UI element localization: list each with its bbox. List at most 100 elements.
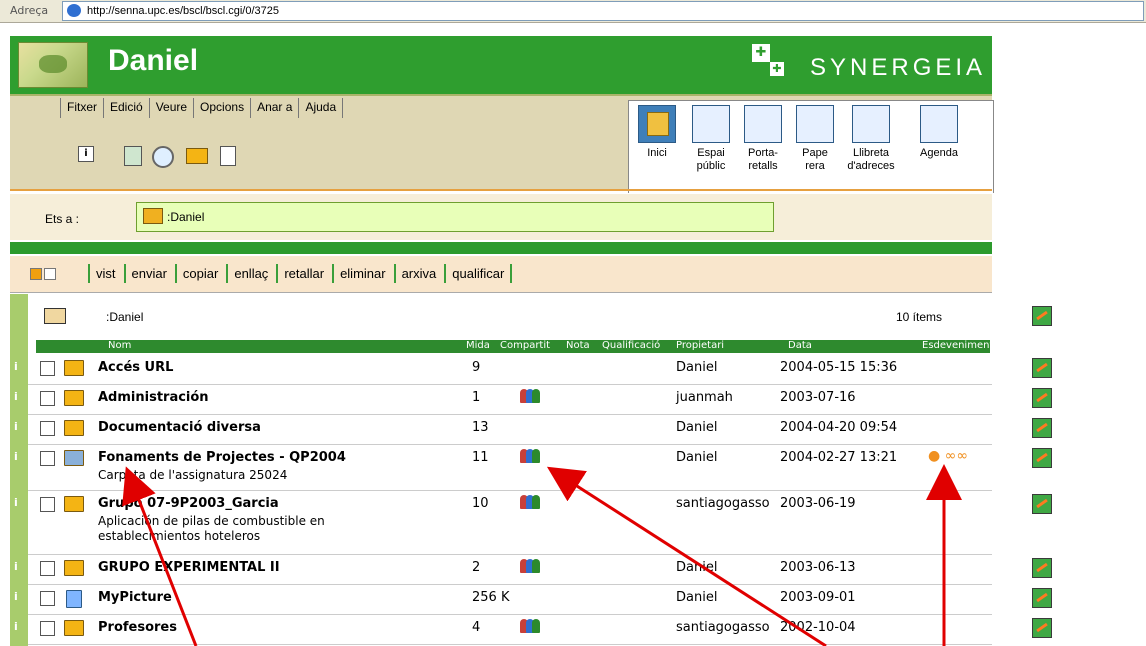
info-icon[interactable]: i — [14, 496, 18, 509]
shared-users-icon[interactable] — [520, 493, 540, 511]
address-input[interactable]: http://senna.upc.es/bscl/bscl.cgi/0/3725 — [62, 1, 1144, 21]
shared-users-icon[interactable] — [520, 387, 540, 405]
agenda-button[interactable]: Agenda — [909, 105, 969, 160]
col-qualificacio[interactable]: Qualificació — [602, 340, 660, 351]
item-owner[interactable]: Daniel — [676, 450, 717, 465]
menu-opcions[interactable]: Opcions — [193, 98, 250, 118]
table-row[interactable]: i GRUPO EXPERIMENTAL II 2 Daniel 2003-06-13 — [14, 554, 1052, 585]
item-name[interactable]: MyPicture — [98, 590, 172, 605]
shared-users-icon[interactable] — [520, 617, 540, 635]
col-nota[interactable]: Nota — [566, 340, 590, 351]
col-nom[interactable]: Nom — [108, 340, 131, 351]
action-retallar[interactable]: retallar — [276, 264, 332, 283]
action-eliminar[interactable]: eliminar — [332, 264, 394, 283]
item-owner[interactable]: santiagogasso — [676, 620, 770, 635]
item-owner[interactable]: Daniel — [676, 360, 717, 375]
new-folder-icon[interactable] — [186, 148, 208, 164]
info-icon[interactable]: i — [14, 620, 18, 633]
row-checkbox[interactable] — [40, 621, 55, 636]
clipboard-button[interactable]: Porta-retalls — [741, 105, 785, 173]
address-label: Adreça — [10, 4, 49, 17]
info-icon[interactable]: i — [14, 390, 18, 403]
info-icon[interactable]: i — [14, 590, 18, 603]
menu-edicio[interactable]: Edició — [103, 98, 149, 118]
shared-users-icon[interactable] — [520, 447, 540, 465]
col-compartit[interactable]: Compartit — [500, 340, 550, 351]
row-action-button[interactable] — [1032, 494, 1052, 514]
new-document-icon[interactable] — [124, 146, 142, 166]
green-separator — [10, 242, 992, 254]
row-action-button[interactable] — [1032, 448, 1052, 468]
action-links: vist enviar copiar enllaç retallar elimi… — [88, 264, 513, 283]
action-copiar[interactable]: copiar — [174, 264, 226, 283]
row-checkbox[interactable] — [40, 497, 55, 512]
info-icon[interactable]: i — [14, 420, 18, 433]
row-action-button[interactable] — [1032, 418, 1052, 438]
menu-fitxer[interactable]: Fitxer — [60, 98, 103, 118]
table-row[interactable]: i Administración 1 juanmah 2003-07-16 — [14, 384, 1052, 415]
item-owner[interactable]: juanmah — [676, 390, 733, 405]
info-icon[interactable]: i — [14, 450, 18, 463]
row-action-button[interactable] — [1032, 558, 1052, 578]
action-enviar[interactable]: enviar — [123, 264, 175, 283]
col-propietari[interactable]: Propietari — [676, 340, 724, 351]
add-document-icon[interactable] — [220, 146, 236, 166]
row-action-button[interactable] — [1032, 388, 1052, 408]
row-checkbox[interactable] — [40, 591, 55, 606]
trash-button[interactable]: Pape rera — [793, 105, 837, 173]
item-name[interactable]: Fonaments de Projectes - QP2004 — [98, 450, 346, 465]
address-book-button[interactable]: Llibreta d'adreces — [841, 105, 901, 173]
item-owner[interactable]: santiagogasso — [676, 496, 770, 511]
row-action-button[interactable] — [1032, 588, 1052, 608]
info-icon[interactable]: i — [14, 360, 18, 373]
info-icon[interactable]: i — [78, 146, 94, 162]
item-name[interactable]: Administración — [98, 390, 209, 405]
menu-anar-a[interactable]: Anar a — [250, 98, 298, 118]
row-checkbox[interactable] — [40, 561, 55, 576]
action-qualificar[interactable]: qualificar — [444, 264, 513, 283]
synergeia-logo-icon-2: ✚ — [770, 62, 784, 76]
col-accio[interactable]: Acció — [1020, 340, 1047, 351]
row-checkbox[interactable] — [40, 451, 55, 466]
col-esdeveniments[interactable]: Esdeveniments — [922, 340, 999, 351]
item-name[interactable]: Grupo 07-9P2003_Garcia — [98, 496, 279, 511]
menu-ajuda[interactable]: Ajuda — [298, 98, 344, 118]
address-url: http://senna.upc.es/bscl/bscl.cgi/0/3725 — [87, 5, 280, 17]
action-vist[interactable]: vist — [88, 264, 124, 283]
item-name[interactable]: Profesores — [98, 620, 177, 635]
synergeia-logo-icon: ✚ — [752, 44, 770, 62]
col-mida[interactable]: Mida — [466, 340, 490, 351]
public-space-button[interactable]: Espai públic — [689, 105, 733, 173]
deselect-all-checkbox[interactable] — [44, 268, 56, 280]
shared-users-icon[interactable] — [520, 557, 540, 575]
row-action-button[interactable] — [1032, 358, 1052, 378]
table-row[interactable]: i Documentació diversa 13 Daniel 2004-04-20 … — [14, 414, 1052, 445]
table-row[interactable]: i Accés URL 9 Daniel 2004-05-15 15:36 — [14, 354, 1052, 385]
item-owner[interactable]: Daniel — [676, 420, 717, 435]
home-button[interactable]: Inici — [637, 105, 677, 160]
action-enllac[interactable]: enllaç — [226, 264, 276, 283]
location-path[interactable]: :Daniel — [136, 202, 774, 232]
table-row[interactable]: i Profesores 4 santiagogasso 2002-10-04 — [14, 614, 1052, 645]
menu-veure[interactable]: Veure — [148, 98, 193, 118]
folder-action-button[interactable] — [1032, 306, 1052, 326]
item-owner[interactable]: Daniel — [676, 590, 717, 605]
item-name[interactable]: Accés URL — [98, 360, 173, 375]
table-row[interactable]: i MyPicture 256 K Daniel 2003-09-01 — [14, 584, 1052, 615]
info-icon[interactable]: i — [14, 560, 18, 573]
row-checkbox[interactable] — [40, 361, 55, 376]
row-action-button[interactable] — [1032, 618, 1052, 638]
table-row[interactable]: i Fonaments de Projectes - QP2004 Carpeta … — [14, 444, 1052, 491]
item-owner[interactable]: Daniel — [676, 560, 717, 575]
select-all-checkbox[interactable] — [30, 268, 42, 280]
col-data[interactable]: Data — [788, 340, 812, 351]
table-row[interactable]: i Grupo 07-9P2003_Garcia Aplicación de pil… — [14, 490, 1052, 555]
events-icon[interactable]: ● ∞∞ — [928, 448, 968, 464]
row-checkbox[interactable] — [40, 421, 55, 436]
item-name[interactable]: GRUPO EXPERIMENTAL II — [98, 560, 280, 575]
search-icon[interactable] — [152, 146, 174, 168]
home-folder-icon — [638, 105, 676, 143]
action-arxiva[interactable]: arxiva — [393, 264, 445, 283]
row-checkbox[interactable] — [40, 391, 55, 406]
item-name[interactable]: Documentació diversa — [98, 420, 261, 435]
